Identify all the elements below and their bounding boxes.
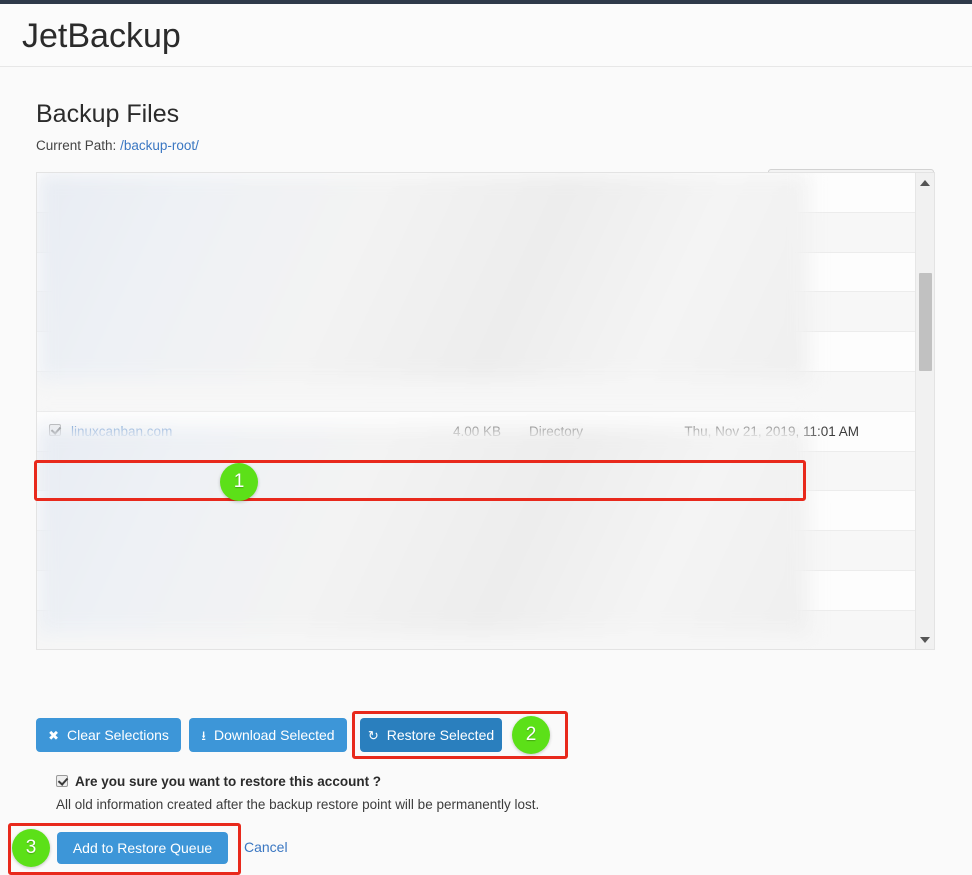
- file-name-link[interactable]: linuxcanban.com: [71, 424, 172, 439]
- table-row[interactable]: [37, 173, 934, 213]
- backup-files-table[interactable]: linuxcanban.com 4.00 KB Directory Thu, N…: [36, 172, 935, 650]
- app-title: JetBackup: [22, 17, 181, 55]
- row-size-cell: 4.00 KB: [452, 423, 501, 439]
- table-row[interactable]: [37, 491, 934, 532]
- confirm-question-row[interactable]: Are you sure you want to restore this ac…: [56, 772, 656, 790]
- current-path-label: Current Path:: [36, 138, 117, 153]
- add-to-restore-queue-button[interactable]: Add to Restore Queue: [57, 832, 228, 864]
- table-row[interactable]: [37, 252, 934, 293]
- restore-confirmation: Are you sure you want to restore this ac…: [56, 772, 656, 814]
- table-row[interactable]: [37, 332, 934, 372]
- confirm-question-label: Are you sure you want to restore this ac…: [75, 773, 382, 789]
- caret-down-icon[interactable]: [916, 631, 934, 648]
- restore-selected-button[interactable]: ↻ Restore Selected: [360, 718, 502, 752]
- scrollbar-thumb[interactable]: [919, 273, 932, 371]
- caret-up-icon[interactable]: [916, 174, 934, 191]
- table-row[interactable]: [37, 212, 934, 253]
- table-row[interactable]: [37, 371, 934, 412]
- restore-selected-label: Restore Selected: [386, 727, 495, 743]
- download-selected-label: Download Selected: [213, 727, 335, 743]
- confirm-warning-text: All old information created after the ba…: [56, 797, 540, 812]
- table-row-selected[interactable]: linuxcanban.com 4.00 KB Directory Thu, N…: [37, 411, 934, 452]
- row-checkbox-cell[interactable]: [37, 423, 71, 439]
- table-row[interactable]: [37, 570, 934, 611]
- table-row[interactable]: [37, 292, 934, 333]
- breadcrumb: Current Path: /backup-root/: [36, 137, 199, 155]
- row-name-cell: linuxcanban.com: [71, 424, 371, 439]
- download-icon: ⭳: [201, 727, 206, 743]
- row-date-cell: Thu, Nov 21, 2019, 11:01 AM: [684, 423, 859, 439]
- table-row[interactable]: [37, 451, 934, 492]
- app-header: JetBackup: [0, 4, 972, 67]
- page-title: Backup Files: [36, 100, 180, 128]
- step-badge-1: 1: [220, 463, 258, 501]
- confirm-checkbox[interactable]: [56, 775, 68, 787]
- times-icon: ✖: [48, 727, 59, 743]
- clear-selections-button[interactable]: ✖ Clear Selections: [36, 718, 181, 752]
- refresh-icon: ↻: [367, 727, 379, 743]
- page-body: Backup Files Current Path: /backup-root/…: [0, 67, 972, 875]
- download-selected-button[interactable]: ⭳ Download Selected: [189, 718, 347, 752]
- step-badge-3: 3: [12, 829, 50, 867]
- clear-selections-label: Clear Selections: [66, 727, 169, 743]
- row-checkbox[interactable]: [49, 423, 61, 436]
- step-badge-2: 2: [512, 716, 550, 754]
- table-row[interactable]: [37, 531, 934, 571]
- row-type-cell: Directory: [529, 423, 584, 439]
- table-row[interactable]: [37, 610, 934, 649]
- add-to-restore-queue-label: Add to Restore Queue: [72, 840, 213, 856]
- current-path-link[interactable]: /backup-root/: [120, 138, 199, 153]
- cancel-link[interactable]: Cancel: [244, 839, 288, 855]
- table-scrollbar[interactable]: [915, 173, 934, 649]
